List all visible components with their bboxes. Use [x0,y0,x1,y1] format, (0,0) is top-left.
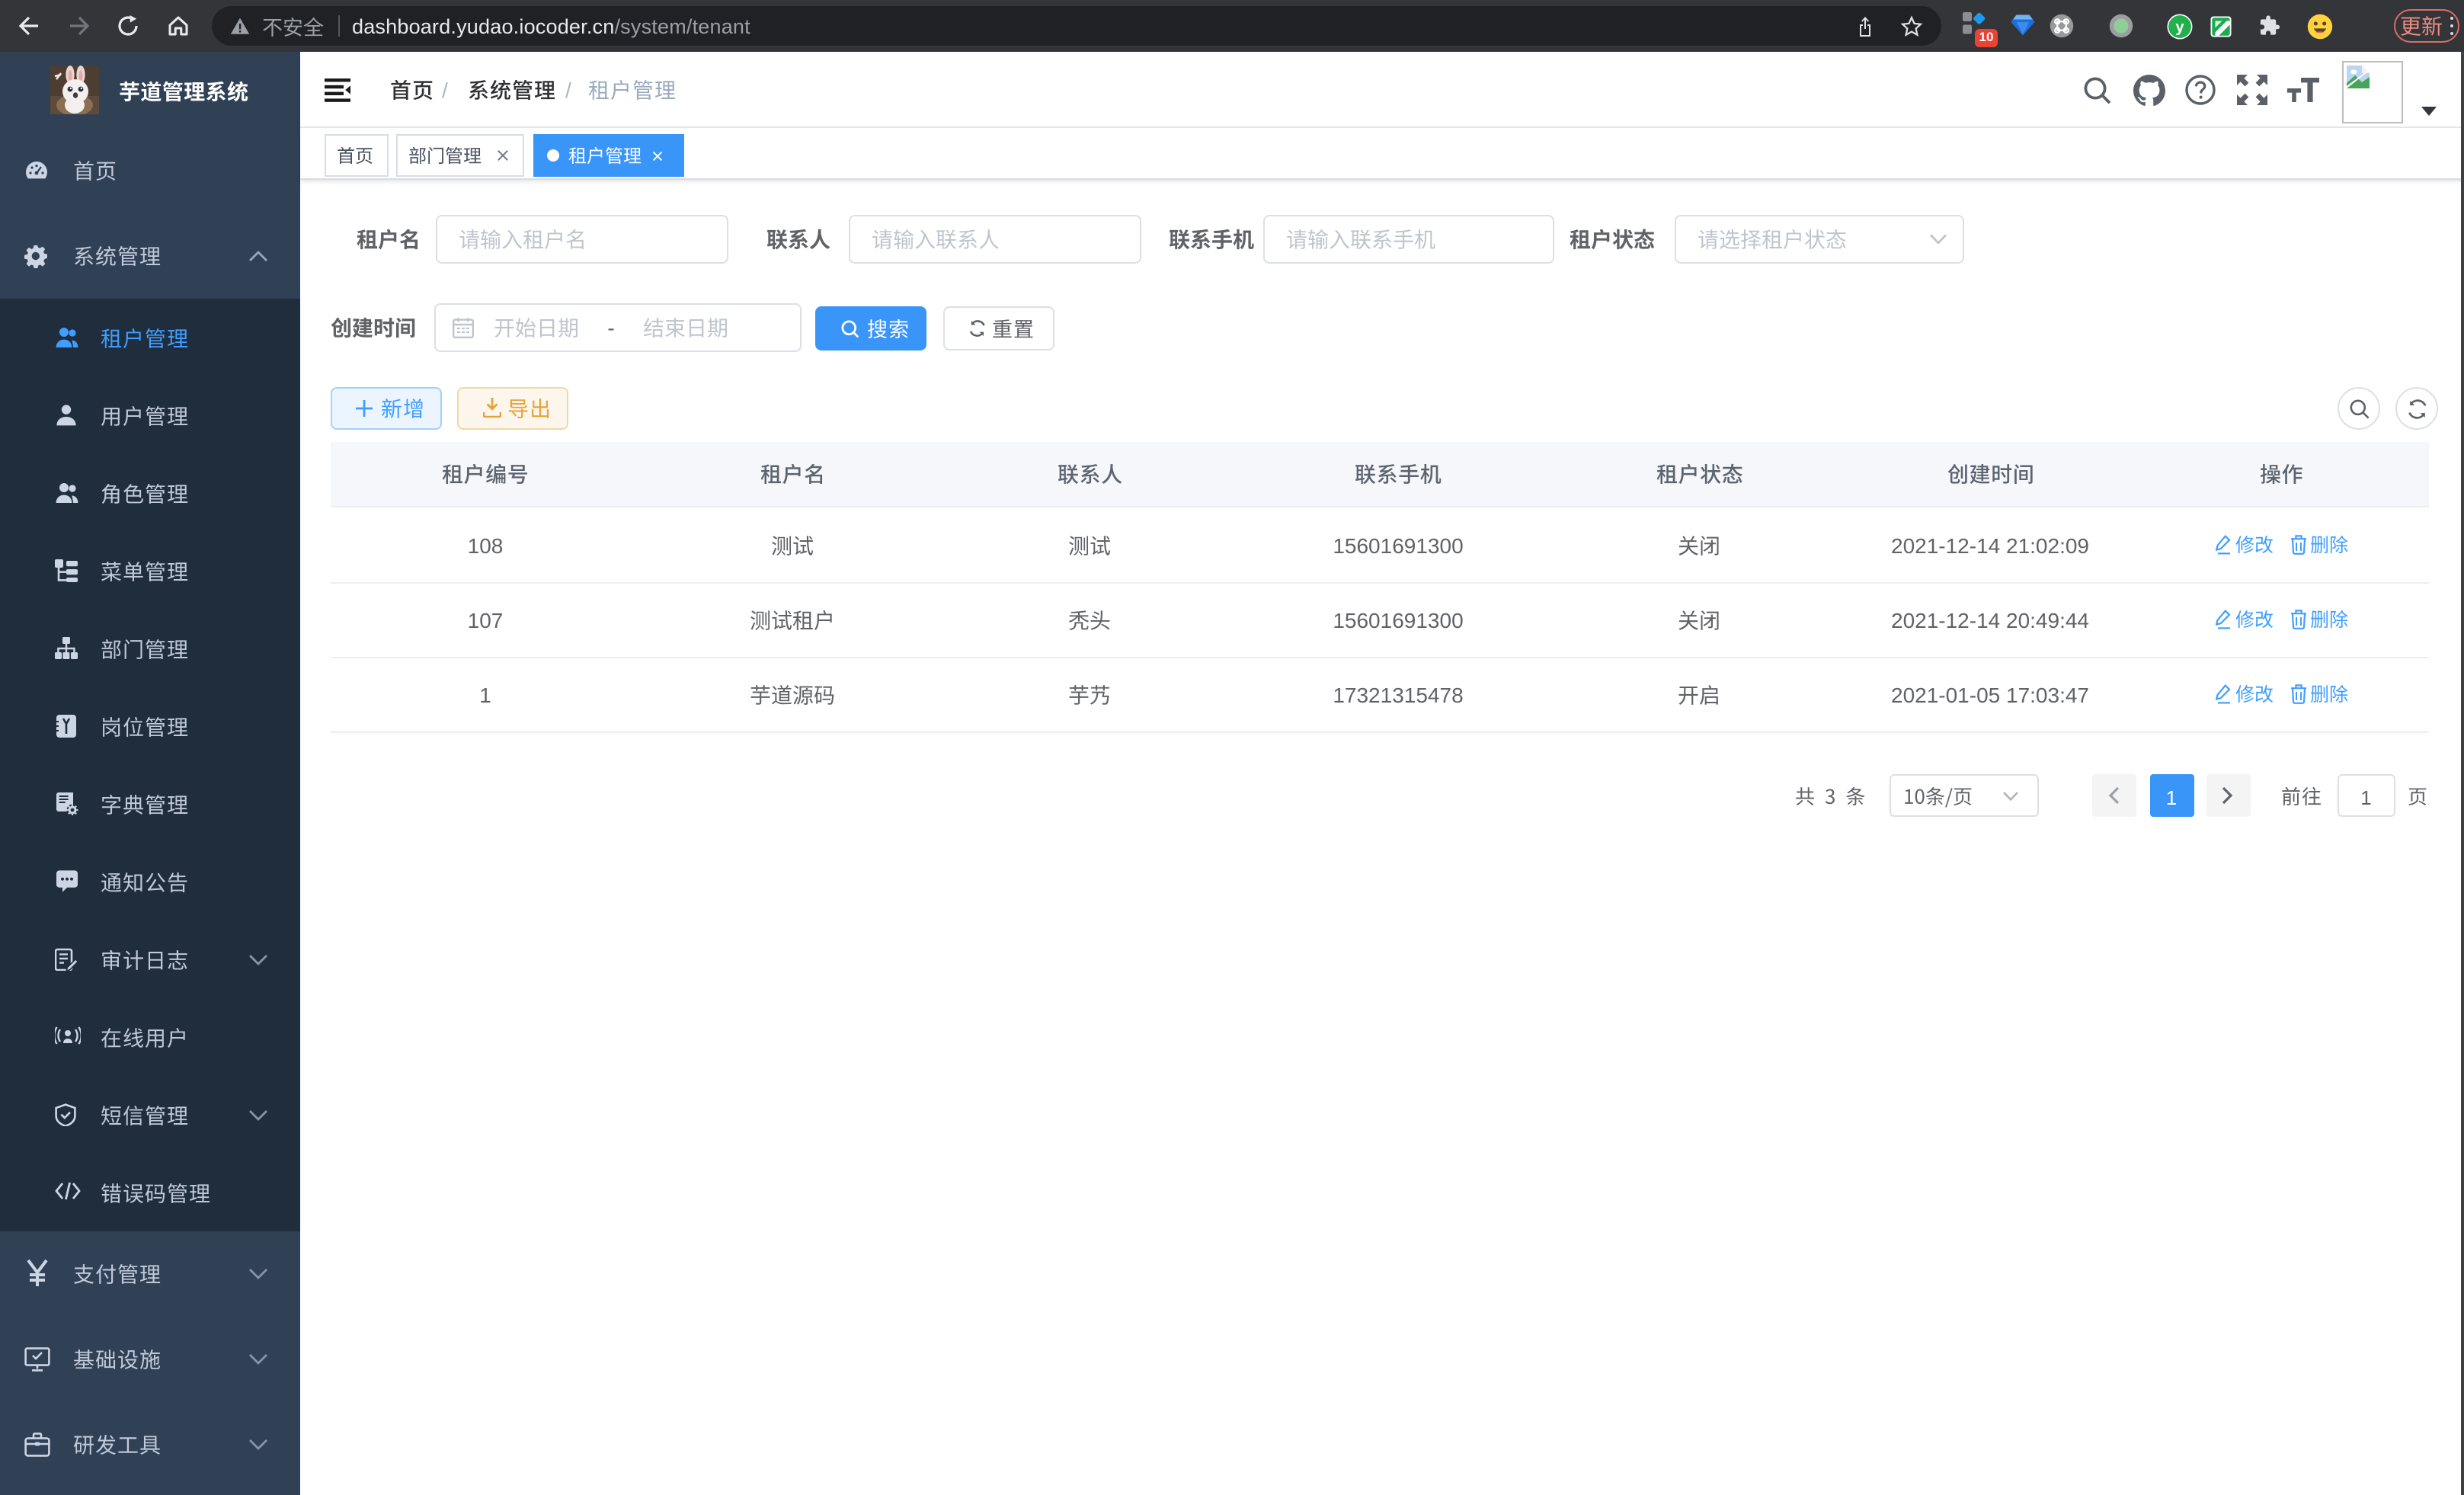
svg-text:y: y [2175,18,2184,35]
